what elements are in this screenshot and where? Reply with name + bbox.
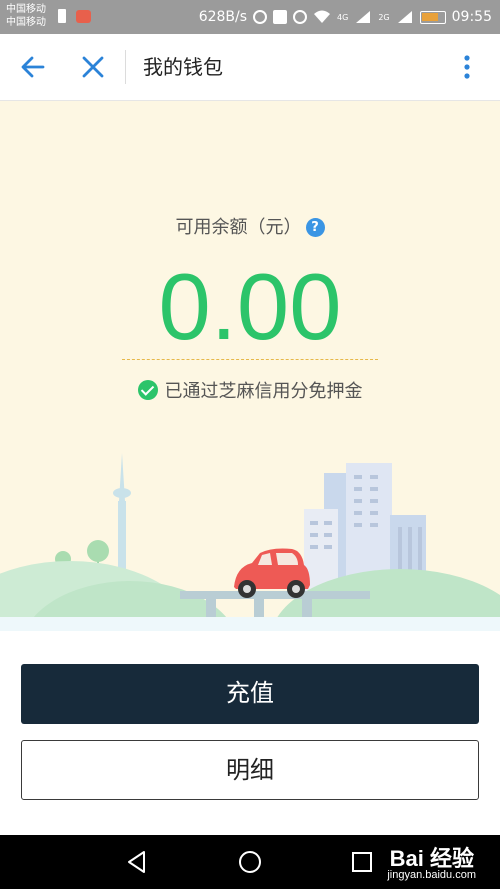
balance-label: 可用余额（元） (175, 217, 302, 238)
verified-text: 已通过芝麻信用分免押金 (164, 381, 363, 402)
verified-row: 已通过芝麻信用分免押金 (0, 377, 500, 403)
dashed-divider (122, 359, 378, 360)
sim-icon (58, 9, 66, 23)
detail-button[interactable]: 明细 (21, 740, 479, 800)
balance-amount: 0.00 (158, 254, 342, 359)
arrow-left-icon[interactable] (18, 52, 48, 82)
close-icon[interactable] (78, 52, 108, 82)
status-bar: 中国移动 中国移动 628B/s 4G 2G 09:55 (0, 0, 500, 34)
more-vertical-icon[interactable] (452, 52, 482, 82)
data-saver-icon (253, 10, 268, 24)
network-2g-label: 2G (378, 12, 390, 22)
balance-panel: 可用余额（元）? 0.00 已通过芝麻信用分免押金 (0, 101, 500, 631)
nfc-icon (273, 10, 288, 24)
status-right: 628B/s 4G 2G 09:55 (199, 0, 492, 34)
check-circle-icon (137, 380, 158, 400)
signal-icon-2 (397, 11, 412, 23)
balance-label-row: 可用余额（元）? (0, 213, 500, 239)
help-icon[interactable]: ? (305, 218, 325, 237)
carrier-line-1: 中国移动 (6, 4, 46, 15)
car-icon (234, 548, 310, 598)
notification-icon (76, 10, 91, 23)
net-speed: 628B/s (198, 9, 248, 25)
carrier-line-2: 中国移动 (6, 17, 46, 28)
watermark-url: jingyan.baidu.com (387, 869, 476, 881)
nav-recents-icon[interactable] (349, 849, 375, 875)
signal-icon (356, 11, 371, 23)
recharge-button[interactable]: 充值 (21, 664, 479, 724)
divider (125, 50, 126, 84)
network-4g-label: 4G (337, 12, 349, 22)
clock: 09:55 (451, 9, 492, 25)
alarm-icon (293, 10, 308, 24)
wifi-icon (314, 10, 331, 23)
page-title: 我的钱包 (143, 55, 223, 79)
app-bar: 我的钱包 (0, 34, 500, 101)
nav-home-icon[interactable] (237, 849, 263, 875)
ground (0, 617, 500, 631)
city-illustration (0, 453, 500, 631)
battery-icon (419, 10, 446, 24)
nav-back-icon[interactable] (124, 849, 150, 875)
carrier-info: 中国移动 中国移动 (6, 3, 46, 29)
system-nav-bar: Bai 经验 jingyan.baidu.com (0, 835, 500, 889)
